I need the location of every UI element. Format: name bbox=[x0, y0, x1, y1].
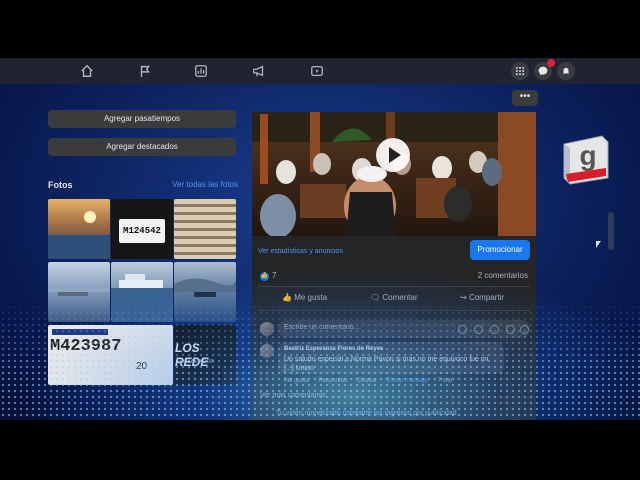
see-more-comments-link[interactable]: Ver más comentarios bbox=[260, 392, 326, 399]
chart-icon[interactable] bbox=[192, 62, 210, 80]
comment-label: Comentar bbox=[382, 293, 418, 302]
photos-title: Fotos bbox=[48, 180, 73, 190]
license-plate: M423987 bbox=[50, 337, 122, 356]
like-button[interactable]: 👍 Me gusta bbox=[282, 293, 327, 302]
play-button[interactable] bbox=[376, 138, 410, 172]
like-label: Me gusta bbox=[294, 293, 328, 302]
comment-placeholder: Escribe un comentario... bbox=[284, 324, 360, 331]
photo-thumbnail[interactable]: LOS REDE EL SALVADOR bbox=[174, 325, 236, 385]
comment-text: Un saludo especial a Norma Pavon si mas … bbox=[284, 356, 489, 372]
comment-time: 7 min bbox=[437, 378, 453, 384]
add-hobbies-button[interactable]: Agregar pasatiempos bbox=[48, 110, 236, 128]
channel-logo-icon: g bbox=[562, 134, 610, 186]
photo-thumbnail[interactable]: M423987 20 bbox=[48, 325, 173, 385]
share-icon: ↪ bbox=[460, 293, 467, 302]
photo-thumbnail[interactable] bbox=[48, 199, 110, 259]
plate-year: 20 bbox=[136, 361, 148, 372]
camera-icon[interactable] bbox=[490, 325, 499, 334]
emoji-icon[interactable] bbox=[474, 325, 483, 334]
top-navigation bbox=[0, 58, 640, 84]
comment-button[interactable]: 🗨 Comentar bbox=[370, 293, 418, 302]
mouse-cursor-icon bbox=[596, 241, 601, 248]
comment-reply-link[interactable]: Responder bbox=[318, 378, 347, 384]
divider bbox=[258, 310, 530, 311]
see-all-photos-link[interactable]: Ver todas las fotos bbox=[172, 180, 238, 189]
share-label: Compartir bbox=[468, 293, 505, 302]
photo-thumbnail[interactable]: M124542 bbox=[111, 199, 173, 259]
comment-input[interactable]: Escribe un comentario... bbox=[278, 320, 530, 338]
like-reaction-icon: 👍 bbox=[260, 272, 269, 281]
sticker-icon[interactable] bbox=[458, 325, 467, 334]
sticker-face-icon[interactable] bbox=[520, 325, 529, 334]
photo-thumbnail[interactable] bbox=[48, 262, 110, 322]
svg-text:g: g bbox=[579, 140, 596, 171]
grid-icon[interactable] bbox=[511, 62, 529, 80]
divider bbox=[258, 286, 530, 287]
video-icon[interactable] bbox=[308, 62, 326, 80]
flag-icon[interactable] bbox=[136, 62, 154, 80]
thumbs-up-icon: 👍 bbox=[282, 293, 292, 302]
gif-icon[interactable] bbox=[506, 325, 515, 334]
profile-left-column: Agregar pasatiempos Agregar destacados F… bbox=[40, 98, 246, 420]
photo-thumbnail[interactable] bbox=[174, 199, 236, 259]
comment-send-message-link[interactable]: Enviar mensaje bbox=[386, 378, 427, 384]
scrollbar-thumb[interactable] bbox=[608, 212, 614, 250]
home-icon[interactable] bbox=[78, 62, 96, 80]
plate-country-text: EL SALVADOR bbox=[180, 359, 214, 365]
avatar[interactable] bbox=[260, 344, 274, 358]
stats-and-ads-link[interactable]: Ver estadísticas y anuncios bbox=[258, 248, 343, 255]
avatar[interactable] bbox=[260, 322, 274, 336]
promote-button[interactable]: Promocionar bbox=[470, 240, 530, 260]
comment-like-link[interactable]: Me gusta bbox=[284, 378, 309, 384]
reaction-count[interactable]: 7 bbox=[272, 271, 276, 280]
bell-icon[interactable] bbox=[557, 62, 575, 80]
add-featured-button[interactable]: Agregar destacados bbox=[48, 138, 236, 156]
comment-author[interactable]: Beatriz Esperanza Flores de Reyes bbox=[284, 346, 383, 352]
notification-badge bbox=[547, 59, 555, 67]
comments-count[interactable]: 2 comentarios bbox=[478, 271, 528, 280]
license-plate: M124542 bbox=[119, 219, 165, 243]
comment-actions: Me gusta Responder Ocultar Enviar mensaj… bbox=[284, 378, 452, 384]
comment-bubble: Beatriz Esperanza Flores de Reyes Un sal… bbox=[278, 342, 504, 374]
monetized-notice: Tu video monetizado comparte los ingreso… bbox=[276, 410, 457, 417]
photo-thumbnail[interactable] bbox=[174, 262, 236, 322]
comment-hide-link[interactable]: Ocultar bbox=[357, 378, 376, 384]
post-video[interactable] bbox=[252, 112, 536, 236]
megaphone-icon[interactable] bbox=[250, 62, 268, 80]
screen-frame: ••• Agregar pasatiempos Agregar destacad… bbox=[0, 58, 640, 420]
photo-thumbnail[interactable] bbox=[111, 262, 173, 322]
comment-icon: 🗨 bbox=[370, 293, 381, 302]
messenger-icon[interactable] bbox=[534, 59, 555, 80]
share-button[interactable]: ↪ Compartir bbox=[460, 293, 504, 302]
more-options-button[interactable]: ••• bbox=[512, 90, 538, 106]
post-card: Ver estadísticas y anuncios Promocionar … bbox=[252, 112, 536, 420]
